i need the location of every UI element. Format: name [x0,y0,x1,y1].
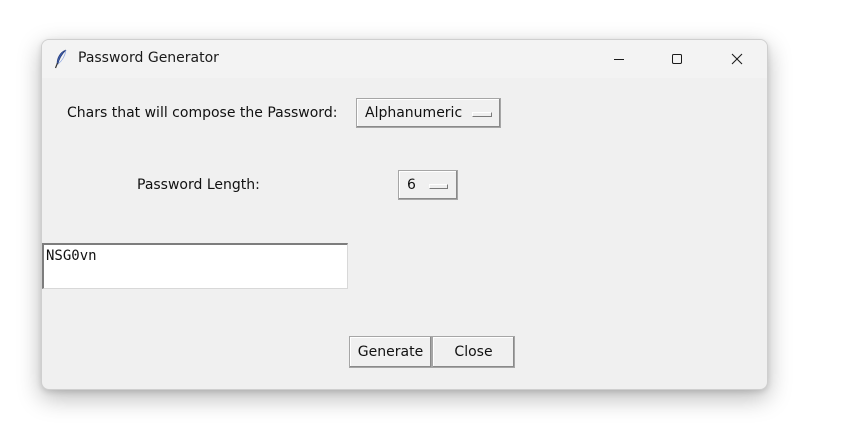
close-button[interactable]: Close [432,336,515,368]
password-output-field[interactable]: NSG0vn [42,243,348,289]
chars-option-value: Alphanumeric [365,105,463,121]
option-menu-indicator-icon [472,112,492,117]
length-option-menu[interactable]: 6 [398,170,458,200]
password-length-label: Password Length: [137,177,260,193]
password-generator-window: Password Generator Chars that will compo… [41,39,768,390]
chars-option-menu[interactable]: Alphanumeric [356,98,501,128]
feather-icon [54,49,68,69]
window-title: Password Generator [78,50,219,66]
close-window-button[interactable] [708,40,766,78]
generate-button[interactable]: Generate [349,336,432,368]
minimize-button[interactable] [590,40,648,78]
title-bar[interactable]: Password Generator [42,40,767,78]
maximize-button[interactable] [648,40,706,78]
chars-label: Chars that will compose the Password: [67,105,338,121]
length-option-value: 6 [407,177,416,193]
close-icon [731,50,743,69]
minimize-icon [613,50,625,69]
option-menu-indicator-icon [429,184,448,189]
maximize-icon [671,50,683,69]
